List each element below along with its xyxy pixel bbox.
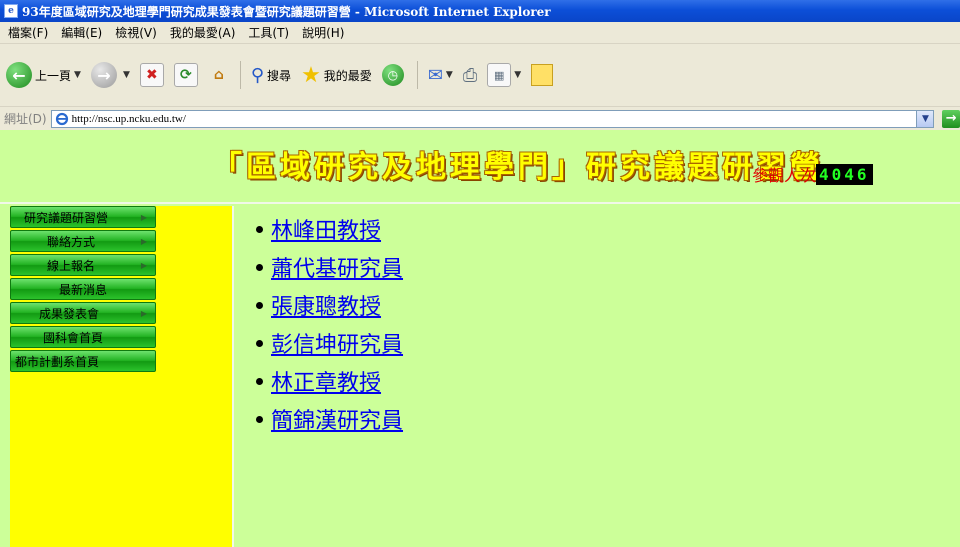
menu-tools[interactable]: 工具(T)	[248, 24, 289, 41]
main-content: 林峰田教授 蕭代基研究員 張康聰教授 彭信坤研究員 林正章教授 簡錦漢研究員	[232, 206, 960, 547]
list-item: 彭信坤研究員	[256, 324, 403, 362]
sidebar-item-news[interactable]: 最新消息	[10, 278, 156, 300]
mail-dropdown-icon[interactable]: ▼	[446, 70, 453, 80]
refresh-button[interactable]: ⟳	[173, 63, 198, 87]
ie-logo-icon	[55, 112, 68, 125]
sidebar-item-label: 聯絡方式	[47, 234, 96, 249]
people-list: 林峰田教授 蕭代基研究員 張康聰教授 彭信坤研究員 林正章教授 簡錦漢研究員	[256, 210, 403, 438]
menu-file[interactable]: 檔案(F)	[8, 24, 48, 41]
address-label: 網址(D)	[4, 112, 47, 126]
visitor-label: 參觀人次	[752, 166, 817, 185]
person-link[interactable]: 林峰田教授	[271, 213, 381, 245]
stop-icon: ✖	[139, 63, 164, 87]
sidebar-item-label: 成果發表會	[39, 306, 100, 321]
triangle-right-icon: ▶	[140, 236, 147, 246]
printer-icon: ⎙	[462, 64, 478, 86]
mail-icon: ✉	[427, 64, 443, 86]
toolbar: ← 上一頁 ▼ → ▼ ✖ ⟳ ⌂ ⚲ 搜尋 ★ 我的最愛 ◷ ✉ ▼ ⎙ ▦ …	[0, 44, 960, 106]
toolbar-separator	[239, 61, 241, 89]
bullet-icon	[256, 225, 263, 233]
bullet-icon	[256, 377, 263, 385]
search-label: 搜尋	[267, 68, 292, 83]
window-title: 93年度區域研究及地理學門研究成果發表會暨研究議題研習營 - Microsoft…	[22, 4, 551, 19]
search-icon: ⚲	[250, 64, 265, 86]
edit-button[interactable]: ▦ ▼	[487, 63, 521, 87]
menu-favorites[interactable]: 我的最愛(A)	[170, 24, 236, 41]
address-url: http://nsc.up.ncku.edu.tw/	[71, 112, 186, 125]
sidebar-item-label: 都市計劃系首頁	[15, 354, 100, 369]
sidebar-item-results[interactable]: 成果發表會 ▶	[10, 302, 156, 324]
notes-button[interactable]	[531, 64, 554, 86]
back-dropdown-icon[interactable]: ▼	[74, 70, 81, 80]
visitor-counter: 參觀人次 4046	[752, 162, 873, 186]
sidebar-item-urban-planning-home[interactable]: 都市計劃系首頁	[10, 350, 156, 372]
bullet-icon	[256, 415, 263, 423]
forward-button[interactable]: → ▼	[90, 62, 130, 88]
back-arrow-icon: ←	[6, 62, 32, 88]
bullet-icon	[256, 301, 263, 309]
forward-dropdown-icon[interactable]: ▼	[123, 70, 130, 80]
sidebar-item-label: 最新消息	[59, 282, 108, 297]
edit-page-icon: ▦	[487, 63, 512, 87]
sidebar-item-label: 國科會首頁	[43, 330, 104, 345]
stop-button[interactable]: ✖	[139, 63, 164, 87]
history-icon: ◷	[381, 64, 404, 86]
list-item: 張康聰教授	[256, 286, 403, 324]
menu-edit[interactable]: 編輯(E)	[61, 24, 102, 41]
toolbar-separator	[416, 61, 418, 89]
star-icon: ★	[301, 62, 321, 88]
history-button[interactable]: ◷	[381, 64, 407, 86]
address-bar: 網址(D) http://nsc.up.ncku.edu.tw/ ▼ →	[0, 106, 960, 130]
favorites-button[interactable]: ★ 我的最愛	[301, 63, 372, 88]
person-link[interactable]: 簡錦漢研究員	[271, 403, 403, 435]
favorites-label: 我的最愛	[323, 68, 372, 83]
sidebar-item-label: 研究議題研習營	[24, 210, 109, 225]
home-button[interactable]: ⌂	[208, 64, 230, 86]
home-icon: ⌂	[213, 67, 224, 83]
go-arrow-icon[interactable]: →	[942, 109, 960, 128]
list-item: 簡錦漢研究員	[256, 400, 403, 438]
list-item: 蕭代基研究員	[256, 248, 403, 286]
back-label: 上一頁	[35, 68, 72, 83]
address-input[interactable]: http://nsc.up.ncku.edu.tw/ ▼	[50, 109, 935, 128]
ie-page-icon: e	[4, 4, 18, 18]
list-item: 林正章教授	[256, 362, 403, 400]
window-titlebar: e 93年度區域研究及地理學門研究成果發表會暨研究議題研習營 - Microso…	[0, 0, 960, 22]
sidebar-item-contact[interactable]: 聯絡方式 ▶	[10, 230, 156, 252]
edit-dropdown-icon[interactable]: ▼	[514, 70, 521, 80]
person-link[interactable]: 彭信坤研究員	[271, 327, 403, 359]
mail-button[interactable]: ✉ ▼	[428, 65, 453, 86]
visitor-count: 4046	[816, 163, 873, 185]
bullet-icon	[256, 339, 263, 347]
refresh-icon: ⟳	[173, 63, 198, 87]
web-page: 「區域研究及地理學門」研究議題研習營 參觀人次 4046 研究議題研習營 ▶ 聯…	[0, 130, 960, 547]
sidebar-item-nsc-home[interactable]: 國科會首頁	[10, 326, 156, 348]
banner: 「區域研究及地理學門」研究議題研習營 參觀人次 4046	[0, 130, 960, 204]
person-link[interactable]: 張康聰教授	[271, 289, 381, 321]
note-icon	[531, 64, 554, 86]
menu-view[interactable]: 檢視(V)	[115, 24, 157, 41]
person-link[interactable]: 蕭代基研究員	[271, 251, 403, 283]
triangle-right-icon: ▶	[140, 260, 147, 270]
person-link[interactable]: 林正章教授	[271, 365, 381, 397]
triangle-right-icon: ▶	[140, 212, 147, 222]
menu-help[interactable]: 說明(H)	[302, 24, 344, 41]
list-item: 林峰田教授	[256, 210, 403, 248]
back-button[interactable]: ← 上一頁 ▼	[6, 62, 81, 88]
sidebar-item-register[interactable]: 線上報名 ▶	[10, 254, 156, 276]
sidebar: 研究議題研習營 ▶ 聯絡方式 ▶ 線上報名 ▶ 最新消息 成果發表會 ▶ 國科會…	[10, 206, 232, 547]
print-button[interactable]: ⎙	[463, 65, 477, 86]
forward-arrow-icon: →	[90, 62, 117, 88]
menu-bar: 檔案(F) 編輯(E) 檢視(V) 我的最愛(A) 工具(T) 說明(H)	[0, 22, 960, 44]
banner-title: 「區域研究及地理學門」研究議題研習營	[212, 150, 824, 185]
address-dropdown-icon[interactable]: ▼	[916, 110, 934, 127]
bullet-icon	[256, 263, 263, 271]
triangle-right-icon: ▶	[140, 308, 147, 318]
sidebar-item-label: 線上報名	[47, 258, 96, 273]
search-button[interactable]: ⚲ 搜尋	[251, 65, 291, 86]
sidebar-item-workshop[interactable]: 研究議題研習營 ▶	[10, 206, 156, 228]
